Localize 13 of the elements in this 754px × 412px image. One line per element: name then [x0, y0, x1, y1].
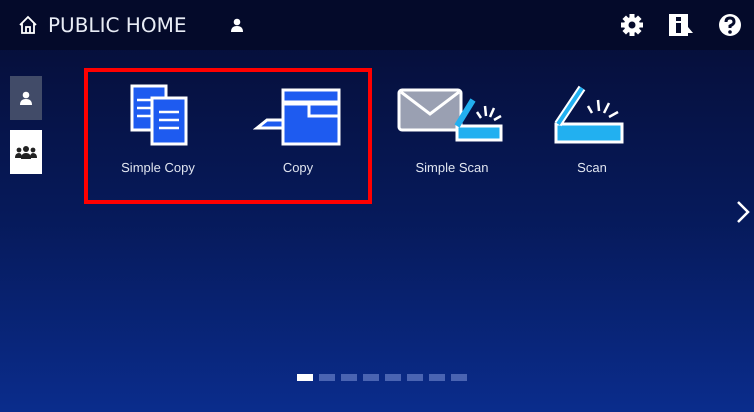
user-icon[interactable]: [230, 18, 244, 32]
app-tile[interactable]: Copy: [228, 72, 368, 200]
app-tile[interactable]: Simple Copy: [88, 72, 228, 200]
group-tab[interactable]: [10, 130, 42, 174]
user-icon: [19, 91, 33, 105]
header-title: PUBLIC HOME: [48, 13, 186, 37]
user-tab[interactable]: [10, 76, 42, 120]
home-icon[interactable]: [18, 15, 38, 35]
help-icon[interactable]: [718, 13, 742, 37]
app-tile[interactable]: Scan: [522, 72, 662, 200]
info-icon[interactable]: [668, 13, 694, 37]
app-tile[interactable]: Simple Scan: [382, 72, 522, 200]
group-icon: [15, 145, 37, 159]
